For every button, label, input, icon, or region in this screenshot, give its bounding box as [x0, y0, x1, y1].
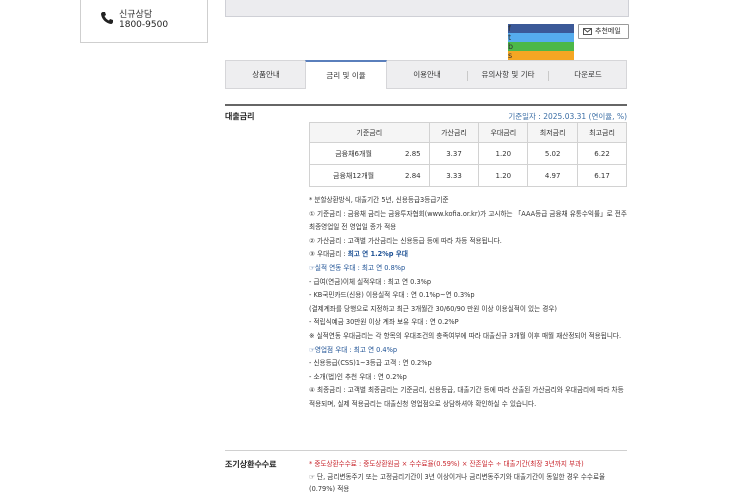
row-add: 3.37	[428, 142, 480, 165]
note-line: ③ 우대금리 : 최고 연 1.2%p 우대	[309, 248, 627, 262]
section-divider	[225, 450, 627, 451]
note-line: * 중도상환수수료 : 중도상환원금 × 수수료율(0.59%) × 잔존일수 …	[309, 460, 584, 468]
consult-label: 신규상담	[119, 10, 153, 20]
row-base: 2.85	[397, 142, 430, 165]
phone-icon	[101, 12, 113, 24]
header-add-rate: 가산금리	[428, 122, 480, 143]
share-buttons: f t b s	[508, 24, 574, 60]
row-max: 6.22	[577, 142, 627, 165]
note-prefix: ③ 우대금리 :	[309, 250, 348, 259]
tab-notice[interactable]: 유의사항 및 기타	[468, 61, 548, 89]
header-base-rate: 기준금리	[309, 122, 430, 143]
note-line: * 분할상환방식, 대출기간 5년, 신용등급3등급기준	[309, 196, 449, 204]
note-line: ☞영업점 우대 : 최고 연 0.4%p	[309, 345, 398, 354]
row-name: 금융채6개월	[309, 142, 398, 165]
note-line: - 소개(법)인 추천 우대 : 연 0.2%p	[309, 372, 407, 381]
tab-usage-guide[interactable]: 이용안내	[387, 61, 467, 89]
tab-download[interactable]: 다운로드	[549, 61, 627, 89]
facebook-icon[interactable]: f	[508, 24, 574, 33]
kakaostory-icon[interactable]: s	[508, 51, 574, 60]
row-min: 4.97	[527, 164, 579, 187]
band-icon[interactable]: b	[508, 42, 574, 51]
note-line: ④ 최종금리 : 고객별 최종금리는 기준금리, 신용등급, 대출기간 등에 따…	[309, 386, 624, 408]
product-summary-panel	[225, 0, 629, 17]
mail-icon	[583, 28, 592, 35]
note-line: - 적립식예금 30만원 이상 계좌 보유 우대 : 연 0.2%P	[309, 318, 459, 327]
note-line: (결제계좌를 당행으로 지정하고 최근 3개월간 30/60/90 만원 이상 …	[309, 304, 557, 313]
row-base: 2.84	[397, 164, 430, 187]
recommend-mail-button[interactable]: 추천메일	[578, 24, 629, 39]
row-name: 금융채12개월	[309, 164, 398, 187]
early-repayment-title: 조기상환수수료	[225, 460, 277, 469]
table-row: 금융채6개월 2.85 3.37 1.20 5.02 6.22	[309, 142, 627, 165]
note-line: ① 기준금리 : 금융채 금리는 금융투자협회(www.kofia.or.kr)…	[309, 209, 627, 232]
header-min-rate: 최저금리	[527, 122, 579, 143]
loan-rate-notes: * 분할상환방식, 대출기간 5년, 신용등급3등급기준 ① 기준금리 : 금융…	[309, 194, 627, 412]
rate-table: 기준금리 가산금리 우대금리 최저금리 최고금리 금융채6개월 2.85 3.3…	[309, 122, 627, 187]
section-divider	[225, 104, 627, 106]
header-max-rate: 최고금리	[577, 122, 627, 143]
consult-number[interactable]: 1800-9500	[119, 20, 168, 30]
recommend-mail-label: 추천메일	[595, 27, 621, 35]
header-pref-rate: 우대금리	[478, 122, 529, 143]
tab-bar: 상품안내 금리 및 이율 이용안내 유의사항 및 기타 다운로드	[225, 60, 627, 89]
note-line: ☞실적 연동 우대 : 최고 연 0.8%p	[309, 263, 406, 272]
table-row: 금융채12개월 2.84 3.33 1.20 4.97 6.17	[309, 164, 627, 187]
early-repayment-notes: * 중도상환수수료 : 중도상환원금 × 수수료율(0.59%) × 잔존일수 …	[309, 458, 627, 496]
row-max: 6.17	[577, 164, 627, 187]
loan-rate-title: 대출금리	[225, 112, 255, 121]
row-add: 3.33	[428, 164, 480, 187]
row-pref: 1.20	[478, 142, 529, 165]
note-line: - 급여(연금)이체 실적우대 : 최고 연 0.3%p	[309, 277, 432, 286]
note-line: ☞ 단, 금리변동주기 또는 고정금리기간이 3년 이상이거나 금리변동주기와 …	[309, 472, 606, 494]
note-line: - 신용등급(CSS)1~3등급 고객 : 연 0.2%p	[309, 359, 432, 368]
note-line: - KB국민카드(신용) 이용실적 우대 : 연 0.1%p~연 0.3%p	[309, 291, 475, 300]
note-line: ※ 실적연동 우대금리는 각 항목의 우대조건의 충족여부에 따라 대출신규 3…	[309, 331, 622, 340]
consult-box: 신규상담 1800-9500	[80, 0, 208, 43]
tab-product-info[interactable]: 상품안내	[226, 61, 306, 89]
base-date: 기준일자 : 2025.03.31 (연이율, %)	[508, 112, 627, 121]
row-pref: 1.20	[478, 164, 529, 187]
twitter-icon[interactable]: t	[508, 33, 574, 42]
table-header-row: 기준금리 가산금리 우대금리 최저금리 최고금리	[309, 122, 627, 143]
row-min: 5.02	[527, 142, 579, 165]
note-highlight: 최고 연 1.2%p 우대	[347, 250, 408, 259]
tab-rates[interactable]: 금리 및 이율	[305, 60, 387, 89]
note-line: ② 가산금리 : 고객별 가산금리는 신용등급 등에 따라 차등 적용됩니다.	[309, 236, 502, 245]
